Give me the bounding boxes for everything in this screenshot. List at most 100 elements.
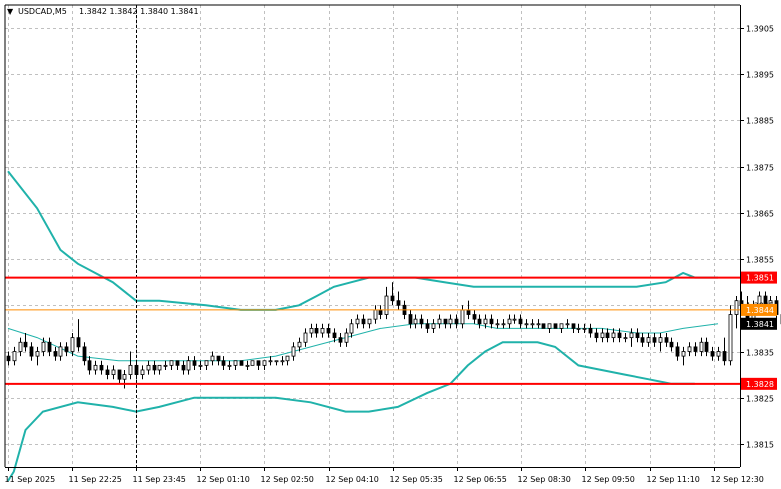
x-tick-label: 11 Sep 2025 (5, 475, 56, 484)
candle-body (553, 323, 558, 329)
candle-body (82, 346, 87, 362)
candle-body (309, 327, 314, 334)
candle-body (536, 323, 541, 326)
candle-body (285, 355, 290, 362)
candle-body (472, 314, 477, 320)
candle-body (437, 318, 442, 325)
y-tick-label: 1.3895 (746, 71, 774, 80)
resistance-badge-label: 1.3851 (746, 274, 774, 283)
candle-body (728, 314, 733, 362)
chart-menu-icon[interactable]: ▼ (7, 7, 14, 16)
candle-body (274, 360, 279, 363)
candle-body (617, 332, 622, 339)
candle-body (192, 360, 197, 366)
y-tick-label: 1.3885 (746, 117, 774, 126)
x-tick-label: 12 Sep 02:50 (261, 475, 314, 484)
candle-body (250, 360, 255, 366)
candle-body (216, 355, 221, 362)
candle-body (117, 369, 122, 380)
candle-body (419, 318, 424, 325)
price-chart[interactable]: 1.3905 1.3895 1.3885 1.3875 1.3865 1.3855 1.38… (0, 0, 781, 489)
candle-body (559, 323, 564, 329)
candle-body (605, 332, 610, 339)
candle-body (291, 346, 296, 357)
candle-body (367, 318, 372, 325)
candle-body (495, 323, 500, 326)
candle-body (303, 332, 308, 343)
candle-body (111, 369, 116, 376)
x-tick-label: 12 Sep 08:30 (518, 475, 571, 484)
candle-body (332, 332, 337, 339)
candle-body (489, 318, 494, 325)
candle-body (390, 295, 395, 302)
candle-body (431, 323, 436, 329)
candle-body (41, 341, 46, 352)
candle-body (320, 327, 325, 334)
candle-body (512, 318, 517, 321)
x-tick-label: 12 Sep 01:10 (197, 475, 250, 484)
y-tick-label: 1.3835 (746, 349, 774, 358)
candle-body (384, 295, 389, 315)
candle-body (70, 337, 75, 352)
candle-body (466, 309, 471, 315)
candle-body (594, 332, 599, 339)
candle-body (687, 346, 692, 352)
candle-body (699, 341, 704, 352)
candle-body (99, 364, 104, 371)
candle-body (18, 341, 23, 352)
candle-body (297, 341, 302, 348)
candle-body (669, 341, 674, 348)
candle-body (373, 309, 378, 320)
candle-body (58, 346, 63, 357)
candle-body (716, 351, 721, 357)
y-tick-label: 1.3855 (746, 256, 774, 265)
candle-body (623, 337, 628, 340)
candle-body (157, 364, 162, 371)
candle-body (396, 300, 401, 306)
candle-body (448, 318, 453, 325)
candle-body (53, 351, 58, 357)
candle-body (93, 364, 98, 371)
candle-body (87, 360, 92, 371)
candle-body (105, 369, 110, 376)
candle-body (326, 327, 331, 334)
candle-body (600, 332, 605, 339)
candle-body (524, 323, 529, 326)
y-tick-label: 1.3865 (746, 210, 774, 219)
candle-body (175, 360, 180, 366)
candle-body (29, 346, 34, 357)
x-tick-label: 12 Sep 09:50 (582, 475, 635, 484)
candle-body (221, 360, 226, 366)
y-tick-label: 1.3875 (746, 164, 774, 173)
candle-body (268, 360, 273, 363)
candle-body (227, 364, 232, 367)
candle-body (64, 346, 69, 352)
candle-body (210, 355, 215, 362)
candle-body (704, 341, 709, 352)
candle-body (169, 360, 174, 366)
candle-body (23, 341, 28, 348)
x-tick-label: 12 Sep 04:10 (326, 475, 379, 484)
candle-body (378, 309, 383, 315)
ohlc-readout: 1.3842 1.3842 1.3840 1.3841 (79, 7, 199, 16)
candle-body (349, 323, 354, 334)
candle-body (576, 327, 581, 330)
candle-body (425, 323, 430, 329)
y-tick-label: 1.3905 (746, 25, 774, 34)
candle-body (408, 314, 413, 325)
candle-body (122, 374, 127, 380)
candle-body (588, 327, 593, 334)
candle-body (12, 351, 17, 362)
candle-body (640, 337, 645, 343)
candle-body (681, 351, 686, 357)
candle-body (355, 318, 360, 325)
candle-body (338, 337, 343, 343)
candle-body (245, 364, 250, 367)
candle-body (280, 360, 285, 363)
candle-body (76, 337, 81, 348)
candle-body (454, 318, 459, 325)
candle-body (186, 360, 191, 371)
candle-body (507, 318, 512, 325)
symbol-timeframe: USDCAD,M5 (18, 7, 67, 16)
candle-body (198, 364, 203, 367)
